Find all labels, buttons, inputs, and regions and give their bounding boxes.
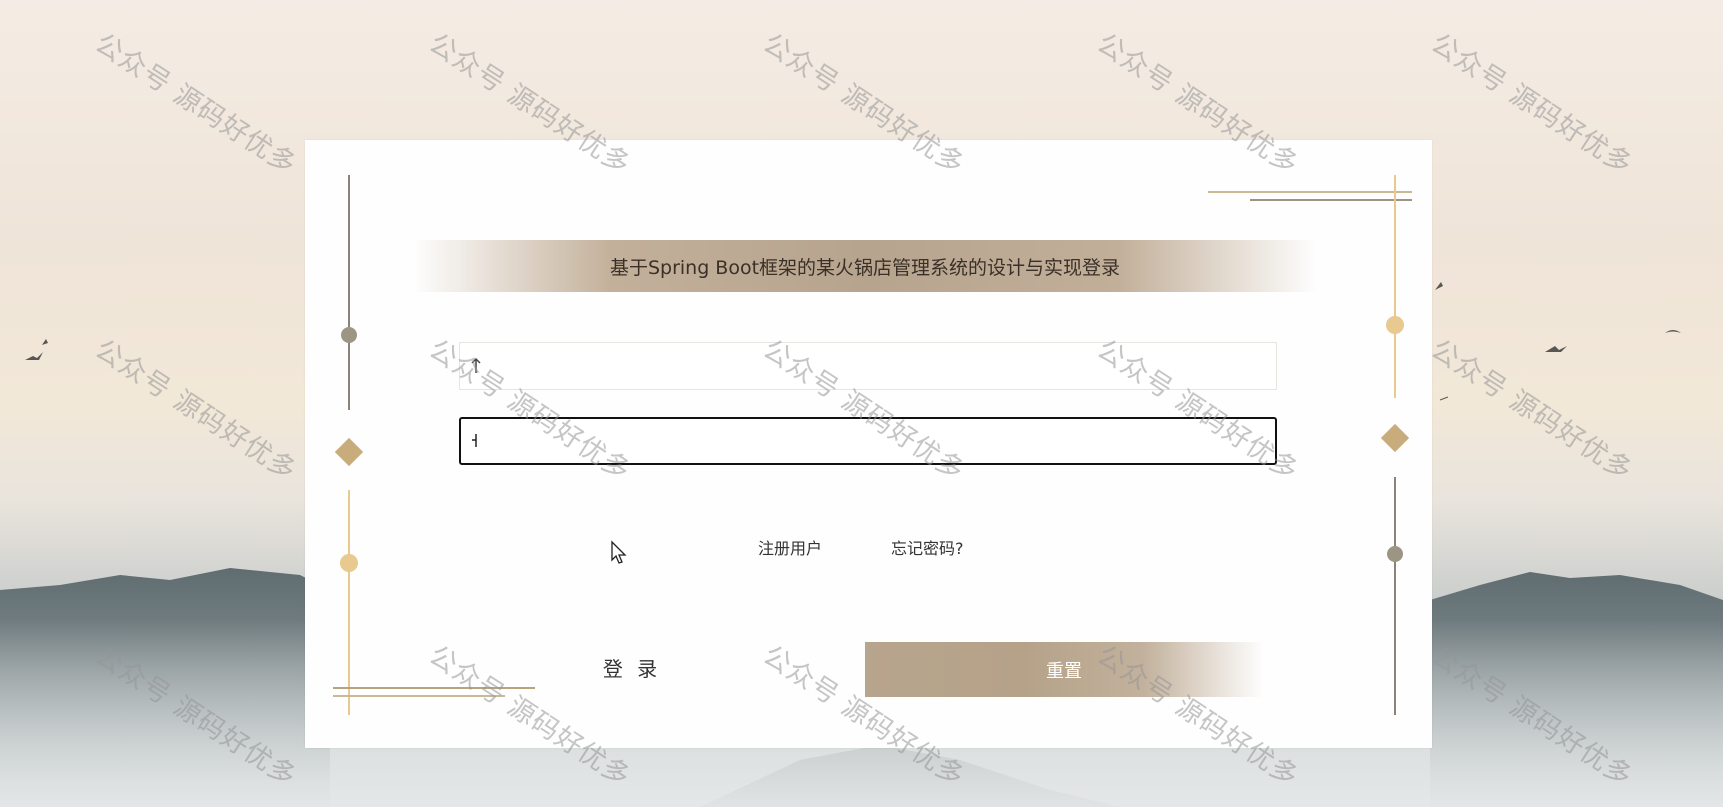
login-panel: 基于Spring Boot框架的某火锅店管理系统的设计与实现登录 注册用户 忘记… (305, 140, 1432, 748)
forgot-password-link[interactable]: 忘记密码? (891, 535, 964, 559)
page-title: 基于Spring Boot框架的某火锅店管理系统的设计与实现登录 (609, 256, 1121, 279)
reset-button[interactable]: 重置 (865, 642, 1263, 697)
register-link[interactable]: 注册用户 (758, 535, 822, 559)
mouse-pointer-icon (611, 540, 627, 564)
login-button[interactable]: 登 录 (557, 642, 707, 692)
lock-icon (470, 431, 480, 453)
user-icon (470, 357, 482, 379)
password-input[interactable] (459, 417, 1277, 465)
title-banner: 基于Spring Boot框架的某火锅店管理系统的设计与实现登录 (413, 240, 1317, 292)
username-input[interactable] (459, 342, 1277, 390)
